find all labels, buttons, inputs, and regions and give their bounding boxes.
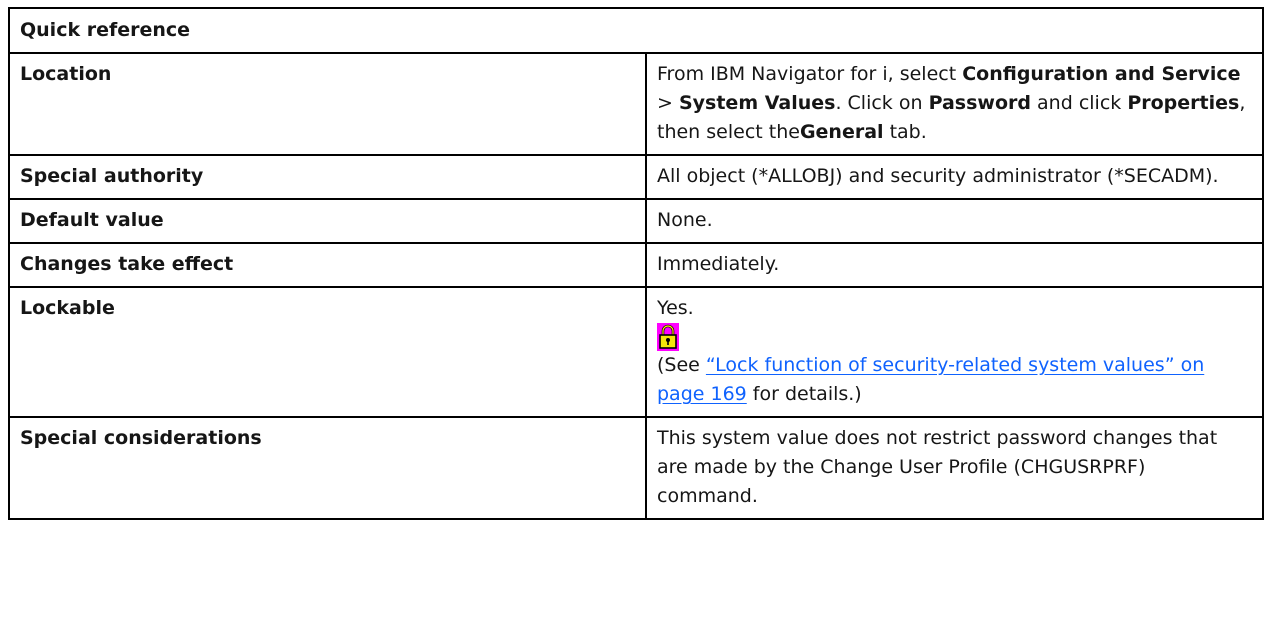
table-row-location: Location From IBM Navigator for i, selec… [8,52,1265,156]
row-label: Lockable [8,286,647,418]
table-title: Quick reference [7,7,1265,54]
table-row-special-considerations: Special considerations This system value… [8,416,1265,520]
table-row-default-value: Default value None. [8,198,1265,244]
row-label: Special authority [8,154,647,200]
table-row-special-authority: Special authority All object (*ALLOBJ) a… [8,154,1265,200]
padlock-icon [657,323,679,351]
table-row-changes-take-effect: Changes take effect Immediately. [8,242,1265,288]
row-label: Location [8,52,647,156]
lockable-see-note: (See “Lock function of security-related … [657,354,1205,405]
row-value: This system value does not restrict pass… [644,416,1265,520]
row-label: Special considerations [8,416,647,520]
row-label: Default value [8,198,647,244]
row-value: From IBM Navigator for i, select Configu… [644,52,1265,156]
table-row-lockable: Lockable Yes. (See “Lock function of sec… [8,286,1265,418]
lock-function-link[interactable]: “Lock function of security-related syste… [657,354,1204,405]
row-value: Immediately. [644,242,1265,288]
row-value: None. [644,198,1265,244]
table-header-row: Quick reference [7,7,1265,54]
lockable-yes: Yes. [657,297,694,319]
row-label: Changes take effect [8,242,647,288]
row-value: All object (*ALLOBJ) and security admini… [644,154,1265,200]
quick-reference-table: Quick reference Location From IBM Naviga… [7,7,1265,520]
row-value: Yes. (See “Lock function of security-rel… [644,286,1265,418]
